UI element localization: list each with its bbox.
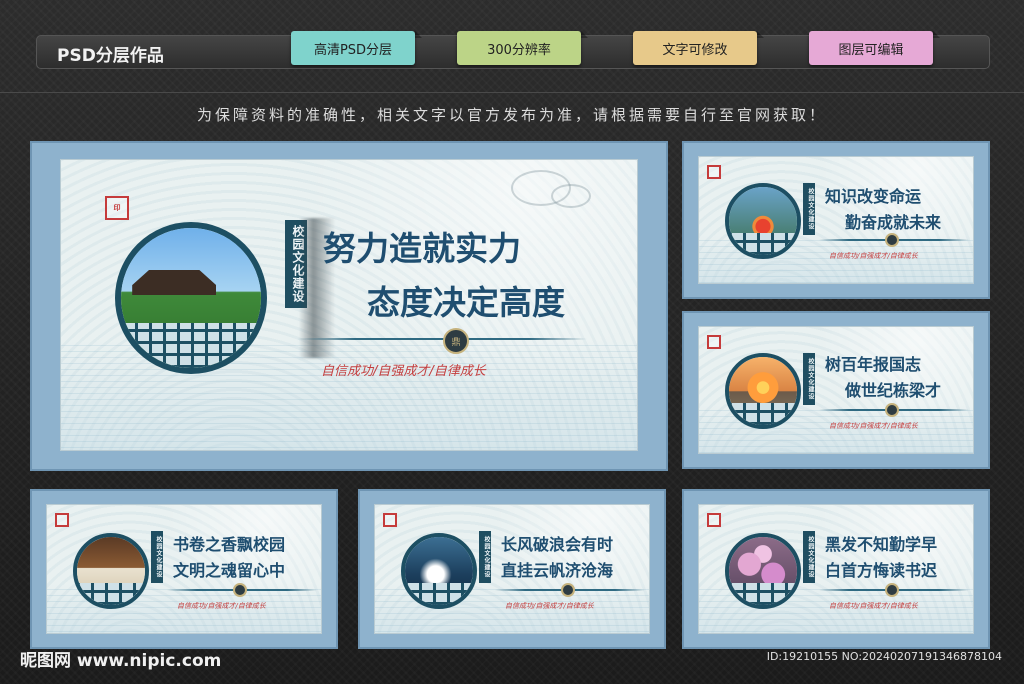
banner-panel: 校园文化建设 长风破浪会有时 直挂云帆济沧海 自信成功/自强成才/自律成长 bbox=[374, 504, 650, 634]
lattice-pattern bbox=[405, 583, 473, 605]
banner-panel: 校园文化建设 黑发不知勤学早 白首方悔读书迟 自信成功/自强成才/自律成长 bbox=[698, 504, 974, 634]
slogan-line-1: 树百年报国志 bbox=[825, 355, 922, 374]
lattice-pattern bbox=[729, 583, 797, 605]
tripod-emblem-icon bbox=[885, 233, 899, 247]
image-id-text: ID:19210155 NO:20240207191346878104 bbox=[766, 650, 1002, 663]
banner-card-knowledge: 校园文化建设 知识改变命运 勤奋成就未来 自信成功/自强成才/自律成长 bbox=[682, 141, 990, 299]
seal-stamp bbox=[383, 513, 397, 527]
pavilion-roof bbox=[132, 270, 217, 296]
motto-text: 自信成功/自强成才/自律成长 bbox=[829, 252, 918, 260]
tripod-emblem-icon bbox=[885, 583, 899, 597]
slogan-line-1: 长风破浪会有时 bbox=[501, 535, 614, 554]
round-window-photo bbox=[115, 222, 267, 374]
motto-text: 自信成功/自强成才/自律成长 bbox=[505, 602, 594, 610]
lattice-pattern bbox=[729, 233, 797, 255]
brand-title: PSD分层作品 bbox=[57, 46, 164, 66]
motto-text: 自信成功/自强成才/自律成长 bbox=[321, 364, 486, 379]
slogan-line-2: 态度决定高度 bbox=[367, 283, 565, 322]
header-bar: PSD分层作品 高清PSD分层 300分辨率 文字可修改 图层可编辑 bbox=[36, 31, 990, 69]
seal-stamp: 印 bbox=[105, 196, 129, 220]
banner-panel: 印 校园文化建设 努力造就实力 态度决定高度 鼎 自信成功/自强成才/自律成长 bbox=[60, 159, 638, 451]
banner-card-main: 印 校园文化建设 努力造就实力 态度决定高度 鼎 自信成功/自强成才/自律成长 bbox=[30, 141, 668, 471]
slogan-line-1: 书卷之香飘校园 bbox=[173, 535, 286, 554]
banner-panel: 校园文化建设 书卷之香飘校园 文明之魂留心中 自信成功/自强成才/自律成长 bbox=[46, 504, 322, 634]
slogan-line-2: 做世纪栋梁才 bbox=[845, 381, 942, 400]
ribbon-label: 校园文化建设 bbox=[151, 531, 163, 583]
motto-text: 自信成功/自强成才/自律成长 bbox=[829, 602, 918, 610]
tag-text-editable: 文字可修改 bbox=[633, 31, 764, 65]
motto-text: 自信成功/自强成才/自律成长 bbox=[829, 422, 918, 430]
tripod-emblem-icon bbox=[561, 583, 575, 597]
tag-hd-psd: 高清PSD分层 bbox=[291, 31, 422, 65]
slogan-line-2: 直挂云帆济沧海 bbox=[501, 561, 614, 580]
round-window-photo bbox=[725, 183, 801, 259]
banner-card-patriot: 校园文化建设 树百年报国志 做世纪栋梁才 自信成功/自强成才/自律成长 bbox=[682, 311, 990, 469]
header-divider bbox=[0, 92, 1024, 93]
lattice-pattern bbox=[121, 323, 261, 368]
slogan-line-1: 努力造就实力 bbox=[323, 229, 521, 268]
ribbon-label: 校园文化建设 bbox=[803, 531, 815, 583]
banner-card-study-early: 校园文化建设 黑发不知勤学早 白首方悔读书迟 自信成功/自强成才/自律成长 bbox=[682, 489, 990, 649]
ribbon-label: 校园文化建设 bbox=[803, 353, 815, 405]
slogan-line-1: 黑发不知勤学早 bbox=[825, 535, 938, 554]
seal-stamp bbox=[707, 165, 721, 179]
lattice-pattern bbox=[729, 403, 797, 425]
seal-stamp bbox=[707, 335, 721, 349]
banner-card-books: 校园文化建设 书卷之香飘校园 文明之魂留心中 自信成功/自强成才/自律成长 bbox=[30, 489, 338, 649]
watermark-site-logo: 昵图网 www.nipic.com bbox=[20, 651, 222, 671]
round-window-photo bbox=[401, 533, 477, 609]
ribbon-label: 校园文化建设 bbox=[479, 531, 491, 583]
slogan-line-2: 勤奋成就未来 bbox=[845, 213, 942, 232]
banner-panel: 校园文化建设 知识改变命运 勤奋成就未来 自信成功/自强成才/自律成长 bbox=[698, 156, 974, 284]
slogan-line-1: 知识改变命运 bbox=[825, 187, 922, 206]
round-window-photo bbox=[725, 533, 801, 609]
divider-line bbox=[297, 338, 587, 340]
tripod-emblem-icon bbox=[233, 583, 247, 597]
tripod-emblem-icon bbox=[885, 403, 899, 417]
tag-layers-editable: 图层可编辑 bbox=[809, 31, 940, 65]
round-window-photo bbox=[725, 353, 801, 429]
motto-text: 自信成功/自强成才/自律成长 bbox=[177, 602, 266, 610]
banner-panel: 校园文化建设 树百年报国志 做世纪栋梁才 自信成功/自强成才/自律成长 bbox=[698, 326, 974, 454]
lattice-pattern bbox=[77, 583, 145, 605]
cloud-ornament bbox=[551, 184, 591, 208]
disclaimer-notice: 为保障资料的准确性，相关文字以官方发布为准，请根据需要自行至官网获取！ bbox=[196, 106, 827, 124]
seal-stamp bbox=[707, 513, 721, 527]
tripod-emblem-icon: 鼎 bbox=[443, 328, 469, 354]
slogan-line-2: 白首方悔读书迟 bbox=[825, 561, 938, 580]
seal-stamp bbox=[55, 513, 69, 527]
ribbon-label: 校园文化建设 bbox=[803, 183, 815, 235]
tag-resolution: 300分辨率 bbox=[457, 31, 588, 65]
slogan-line-2: 文明之魂留心中 bbox=[173, 561, 286, 580]
round-window-photo bbox=[73, 533, 149, 609]
banner-card-wind-waves: 校园文化建设 长风破浪会有时 直挂云帆济沧海 自信成功/自强成才/自律成长 bbox=[358, 489, 666, 649]
